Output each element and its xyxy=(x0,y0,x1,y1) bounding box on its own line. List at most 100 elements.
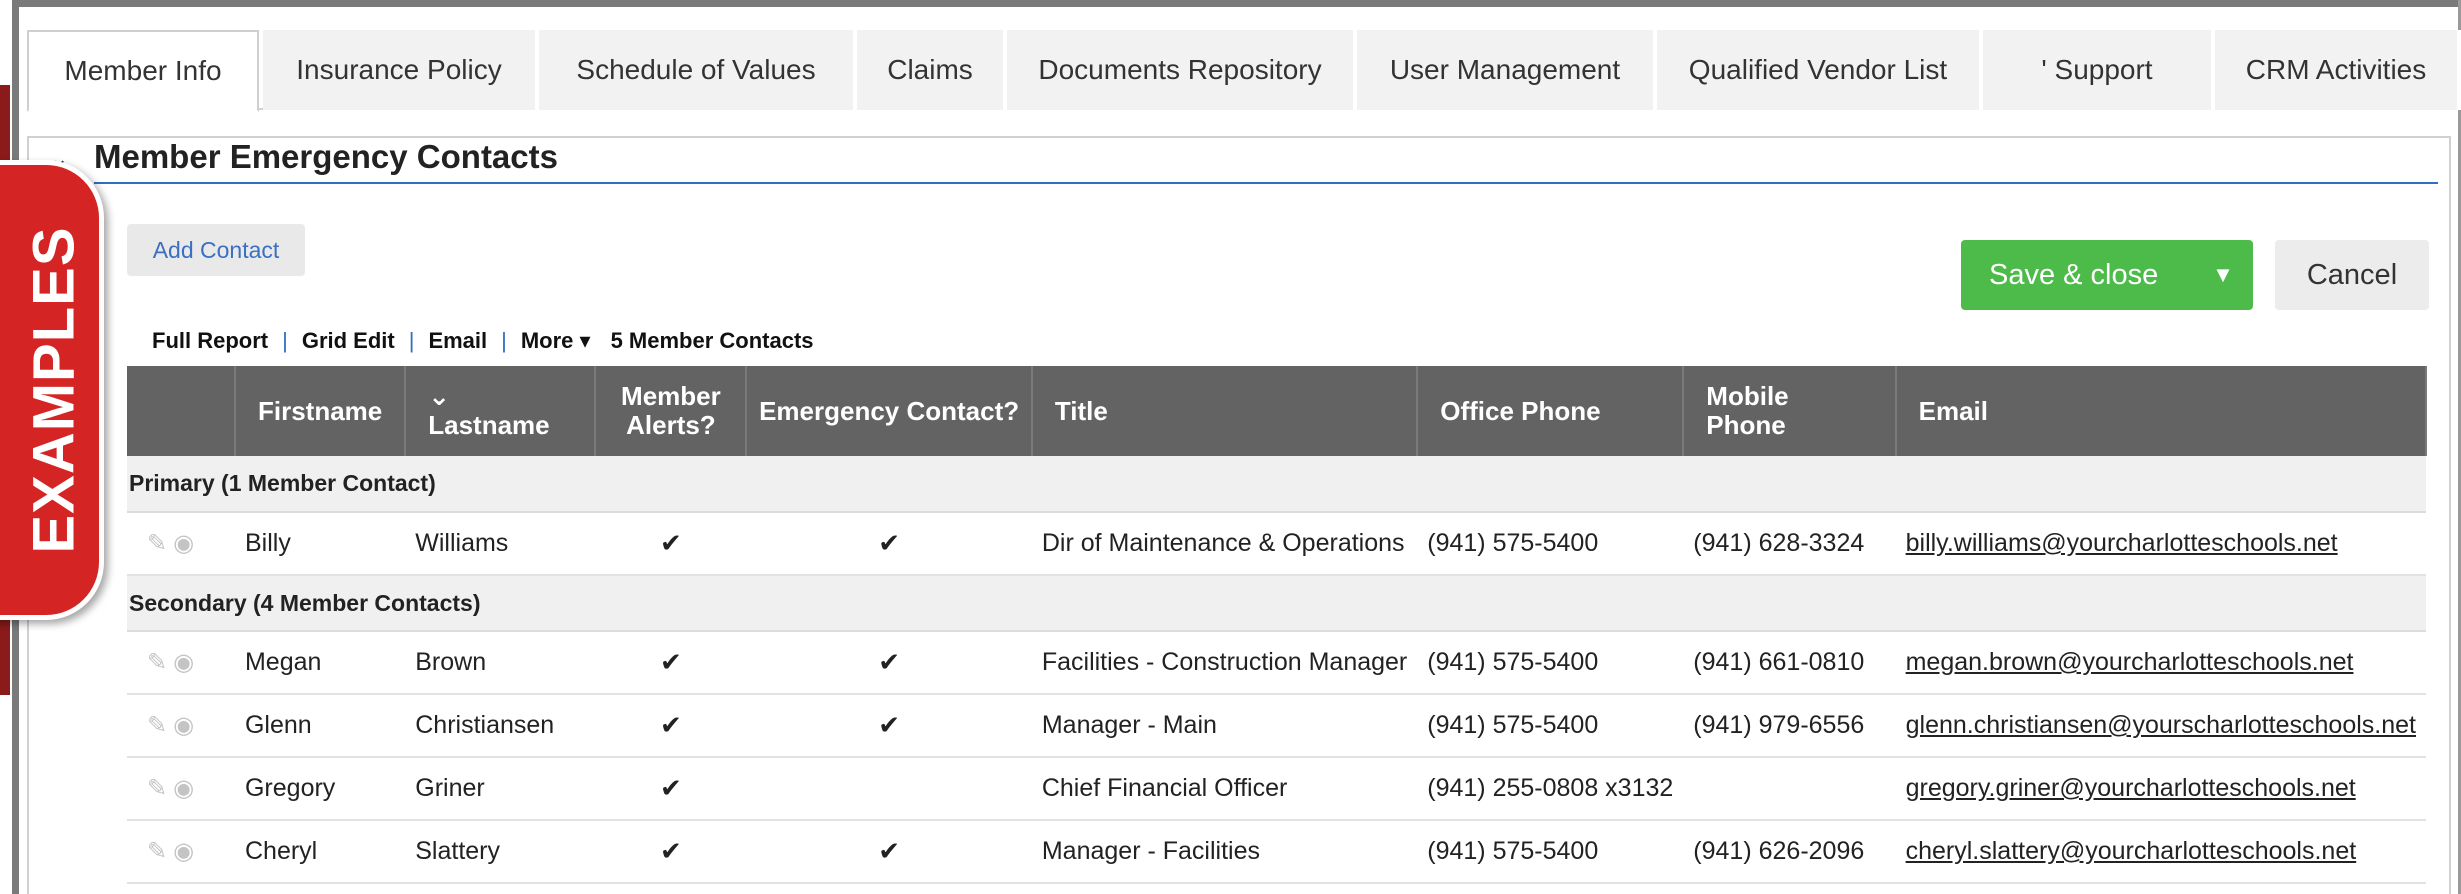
pencil-icon[interactable]: ✎ xyxy=(147,649,173,676)
cell-firstname: Billy xyxy=(234,512,406,576)
table-row: ✎◉ Cheryl Slattery ✔ ✔ Manager - Facilit… xyxy=(127,820,2426,884)
tab-documents-repository[interactable]: Documents Repository xyxy=(1007,30,1357,110)
pencil-icon[interactable]: ✎ xyxy=(147,838,173,865)
cell-lastname: Christiansen xyxy=(405,694,596,758)
group-label: Primary (1 Member Contact) xyxy=(127,456,2426,513)
grid-actions-bar: Full Report | Grid Edit | Email | More ▾… xyxy=(152,326,814,356)
cell-title: Dir of Maintenance & Operations xyxy=(1031,512,1418,576)
tab-qualified-vendor-list[interactable]: Qualified Vendor List xyxy=(1657,30,1983,110)
pencil-icon[interactable]: ✎ xyxy=(147,712,173,739)
tab-bar: Member Info Insurance Policy Schedule of… xyxy=(27,30,2461,112)
more-dropdown[interactable]: More ▾ xyxy=(521,328,591,354)
header-actions xyxy=(127,366,236,456)
header-title[interactable]: Title xyxy=(1031,366,1419,456)
tab-member-info[interactable]: Member Info xyxy=(27,30,259,112)
cell-lastname: Williams xyxy=(405,512,596,576)
table-row: ✎◉ Megan Brown ✔ ✔ Facilities - Construc… xyxy=(127,631,2426,695)
header-lastname[interactable]: ⌄ Lastname xyxy=(405,366,597,456)
tab-schedule-of-values[interactable]: Schedule of Values xyxy=(539,30,857,110)
save-close-label[interactable]: Save & close xyxy=(1961,259,2193,292)
cell-firstname: Glenn xyxy=(234,694,406,758)
cell-email-link[interactable]: cheryl.slattery@yourcharlotteschools.net xyxy=(1895,820,2426,884)
tab-support[interactable]: ' Support xyxy=(1983,30,2215,110)
eye-icon[interactable]: ◉ xyxy=(173,649,200,676)
row-actions: ✎◉ xyxy=(127,694,235,758)
separator: | xyxy=(501,328,507,353)
pencil-icon[interactable]: ✎ xyxy=(147,530,173,557)
section-title: Member Emergency Contacts xyxy=(94,138,558,175)
cell-firstname: Gregory xyxy=(234,757,406,821)
row-actions: ✎◉ xyxy=(127,512,235,576)
cell-member-alerts: ✔ xyxy=(595,512,747,576)
tab-insurance-policy[interactable]: Insurance Policy xyxy=(263,30,539,110)
table-row: ✎◉ Gregory Griner ✔ Chief Financial Offi… xyxy=(127,757,2426,821)
cell-mobile-phone xyxy=(1683,757,1896,821)
eye-icon[interactable]: ◉ xyxy=(173,712,200,739)
cell-member-alerts: ✔ xyxy=(595,820,747,884)
table-header-row: Firstname ⌄ Lastname Member Alerts? Emer… xyxy=(127,366,2428,456)
cell-emergency-contact: ✔ xyxy=(746,820,1032,884)
cell-title: Manager - Facilities xyxy=(1031,820,1418,884)
cell-mobile-phone: (941) 628-3324 xyxy=(1683,512,1896,576)
row-actions: ✎◉ xyxy=(127,757,235,821)
header-member-alerts[interactable]: Member Alerts? xyxy=(595,366,748,456)
table-row: ✎◉ Billy Williams ✔ ✔ Dir of Maintenance… xyxy=(127,512,2426,576)
contacts-table: Firstname ⌄ Lastname Member Alerts? Emer… xyxy=(127,366,2428,884)
cell-mobile-phone: (941) 626-2096 xyxy=(1683,820,1896,884)
cell-email-link[interactable]: gregory.griner@yourcharlotteschools.net xyxy=(1895,757,2426,821)
cell-title: Manager - Main xyxy=(1031,694,1418,758)
cell-office-phone: (941) 575-5400 xyxy=(1417,631,1684,695)
grid-edit-link[interactable]: Grid Edit xyxy=(302,328,395,354)
header-office-phone[interactable]: Office Phone xyxy=(1417,366,1685,456)
cell-emergency-contact: ✔ xyxy=(746,512,1032,576)
separator: | xyxy=(408,328,415,353)
cell-email-link[interactable]: megan.brown@yourcharlotteschools.net xyxy=(1895,631,2426,695)
cell-office-phone: (941) 575-5400 xyxy=(1417,820,1684,884)
cell-title: Facilities - Construction Manager xyxy=(1031,631,1418,695)
cell-mobile-phone: (941) 661-0810 xyxy=(1683,631,1896,695)
group-row-primary: Primary (1 Member Contact) xyxy=(127,456,2426,513)
cell-office-phone: (941) 575-5400 xyxy=(1417,694,1684,758)
cell-lastname: Slattery xyxy=(405,820,596,884)
header-mobile-phone[interactable]: Mobile Phone xyxy=(1683,366,1897,456)
full-report-link[interactable]: Full Report xyxy=(152,328,268,354)
cell-mobile-phone: (941) 979-6556 xyxy=(1683,694,1896,758)
caret-down-icon[interactable]: ▼ xyxy=(2193,262,2253,288)
pencil-icon[interactable]: ✎ xyxy=(147,775,173,802)
group-row-secondary: Secondary (4 Member Contacts) xyxy=(127,575,2426,632)
row-actions: ✎◉ xyxy=(127,820,235,884)
header-emergency-contact[interactable]: Emergency Contact? xyxy=(746,366,1033,456)
header-email[interactable]: Email xyxy=(1895,366,2428,456)
section-divider xyxy=(94,182,2438,184)
header-firstname[interactable]: Firstname xyxy=(234,366,407,456)
contact-count: 5 Member Contacts xyxy=(610,328,814,353)
tab-claims[interactable]: Claims xyxy=(857,30,1007,110)
group-label: Secondary (4 Member Contacts) xyxy=(127,575,2426,632)
cancel-button[interactable]: Cancel xyxy=(2275,240,2429,310)
eye-icon[interactable]: ◉ xyxy=(173,530,200,557)
window-frame-top xyxy=(12,0,2461,7)
examples-badge-label: EXAMPLES xyxy=(21,226,87,554)
cell-office-phone: (941) 575-5400 xyxy=(1417,512,1684,576)
eye-icon[interactable]: ◉ xyxy=(173,838,200,865)
eye-icon[interactable]: ◉ xyxy=(173,775,200,802)
cell-emergency-contact: ✔ xyxy=(746,631,1032,695)
tab-crm-activities[interactable]: CRM Activities xyxy=(2215,30,2461,110)
cell-emergency-contact: ✔ xyxy=(746,694,1032,758)
add-contact-button[interactable]: Add Contact xyxy=(127,224,305,276)
save-close-button[interactable]: Save & close ▼ xyxy=(1961,240,2253,310)
cell-firstname: Cheryl xyxy=(234,820,406,884)
tab-user-management[interactable]: User Management xyxy=(1357,30,1657,110)
cell-office-phone: (941) 255-0808 x3132 xyxy=(1417,757,1684,821)
cell-member-alerts: ✔ xyxy=(595,631,747,695)
cell-email-link[interactable]: glenn.christiansen@yourscharlotteschools… xyxy=(1895,694,2426,758)
cell-title: Chief Financial Officer xyxy=(1031,757,1418,821)
email-link[interactable]: Email xyxy=(428,328,487,354)
cell-lastname: Brown xyxy=(405,631,596,695)
cell-lastname: Griner xyxy=(405,757,596,821)
cell-member-alerts: ✔ xyxy=(595,694,747,758)
cell-emergency-contact xyxy=(746,757,1032,821)
cell-email-link[interactable]: billy.williams@yourcharlotteschools.net xyxy=(1895,512,2426,576)
row-actions: ✎◉ xyxy=(127,631,235,695)
cell-firstname: Megan xyxy=(234,631,406,695)
